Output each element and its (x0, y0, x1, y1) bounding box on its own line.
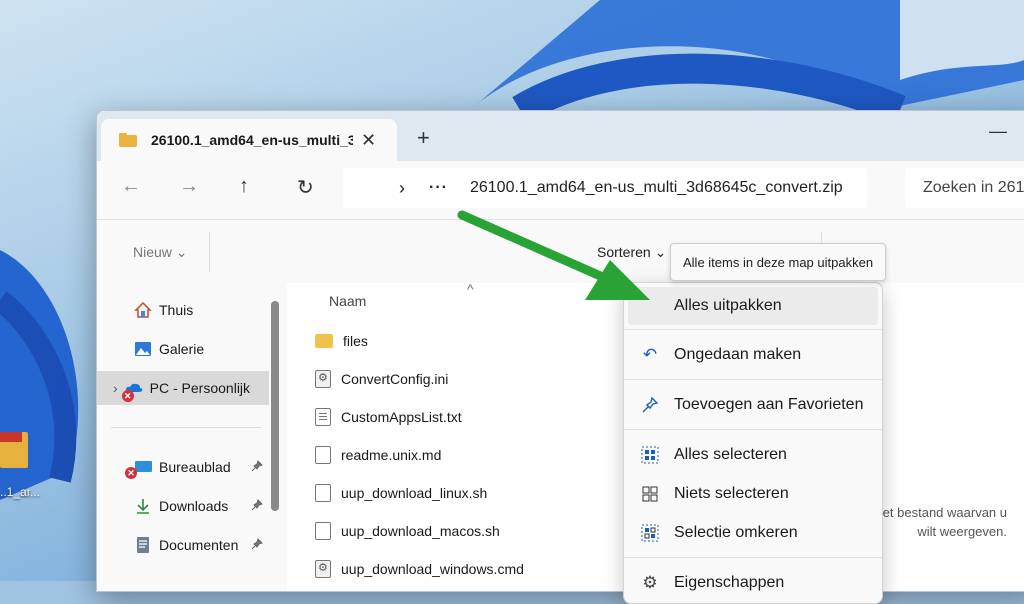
annotation-arrow-icon (457, 210, 650, 300)
